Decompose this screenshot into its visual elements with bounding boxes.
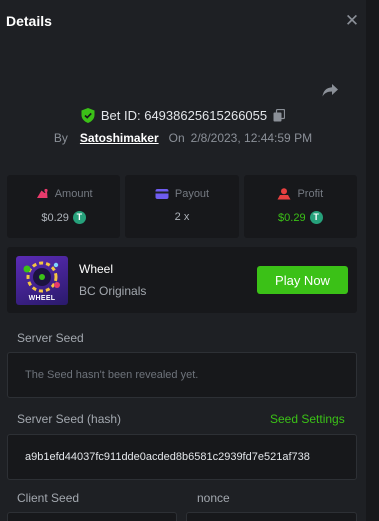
client-seed-label: Client Seed bbox=[17, 491, 80, 505]
stat-amount: Amount $0.29 T bbox=[7, 175, 121, 238]
tether-icon: T bbox=[309, 211, 323, 224]
server-seed-value: The Seed hasn't been revealed yet. bbox=[25, 369, 199, 381]
panel-title: Details bbox=[6, 13, 52, 29]
tether-icon: T bbox=[72, 211, 86, 224]
server-seed-label: Server Seed bbox=[17, 331, 84, 345]
stat-payout-label: Payout bbox=[174, 188, 210, 200]
stat-payout-value: 2 x bbox=[174, 211, 190, 223]
nonce-field[interactable] bbox=[186, 512, 357, 521]
bet-author-row: By Satoshimaker On 2/8/2023, 12:44:59 PM bbox=[0, 129, 366, 147]
game-provider: BC Originals bbox=[79, 284, 147, 298]
username-link[interactable]: Satoshimaker bbox=[80, 131, 159, 145]
background-strip bbox=[366, 0, 379, 521]
stat-amount-label: Amount bbox=[54, 188, 93, 200]
copy-icon[interactable] bbox=[273, 108, 286, 122]
seed-settings-link[interactable]: Seed Settings bbox=[270, 412, 345, 426]
game-card: WHEEL Wheel BC Originals Play Now bbox=[7, 247, 357, 313]
close-icon[interactable]: ✕ bbox=[344, 12, 360, 29]
server-seed-hash-value: a9b1efd44037fc911dde0acded8b6581c2939fd7… bbox=[25, 451, 310, 463]
client-seed-field[interactable] bbox=[7, 512, 177, 521]
server-seed-field[interactable]: The Seed hasn't been revealed yet. bbox=[7, 352, 357, 398]
stat-profit: Profit $0.29 T bbox=[243, 175, 357, 238]
bet-datetime: 2/8/2023, 12:44:59 PM bbox=[190, 131, 313, 145]
bet-details-panel: Details ✕ Bet ID: 64938625615266055 By S… bbox=[0, 0, 366, 521]
server-seed-hash-field[interactable]: a9b1efd44037fc911dde0acded8b6581c2939fd7… bbox=[7, 434, 357, 480]
game-thumbnail-label: WHEEL bbox=[28, 295, 56, 302]
bet-id: Bet ID: 64938625615266055 bbox=[100, 107, 268, 123]
bet-amount-icon bbox=[36, 188, 48, 198]
stat-payout: Payout 2 x bbox=[125, 175, 239, 238]
bet-id-row: Bet ID: 64938625615266055 bbox=[0, 106, 366, 124]
game-name: Wheel bbox=[79, 262, 114, 276]
share-icon[interactable] bbox=[320, 80, 340, 100]
stat-amount-value: $0.29 bbox=[41, 211, 69, 224]
game-thumbnail[interactable]: WHEEL bbox=[16, 256, 68, 305]
on-label: On bbox=[168, 131, 185, 145]
stat-profit-value: $0.29 bbox=[278, 211, 306, 224]
bet-stats: Amount $0.29 T Payout 2 x Profit $0.29 T bbox=[7, 175, 357, 238]
payout-wallet-icon bbox=[155, 189, 169, 199]
panel-header: Details ✕ bbox=[0, 0, 366, 44]
stat-profit-label: Profit bbox=[297, 188, 324, 200]
profit-icon bbox=[277, 188, 291, 200]
shield-check-icon bbox=[81, 107, 95, 123]
nonce-label: nonce bbox=[197, 491, 230, 505]
server-seed-hash-label: Server Seed (hash) bbox=[17, 412, 122, 426]
by-label: By bbox=[53, 131, 68, 145]
play-now-button[interactable]: Play Now bbox=[257, 266, 348, 294]
